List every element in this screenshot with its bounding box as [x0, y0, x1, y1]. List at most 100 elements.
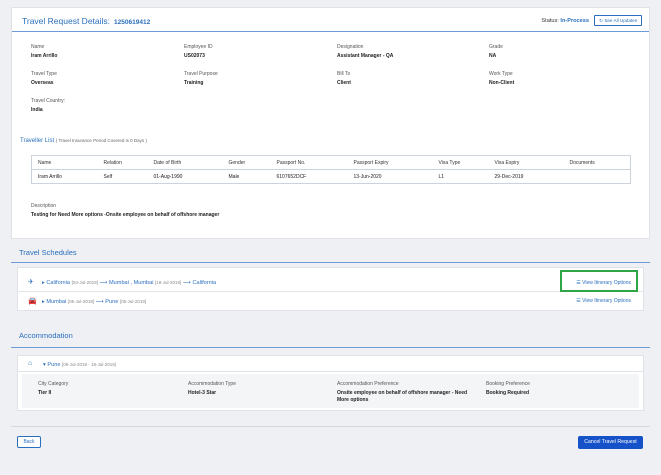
status-label: Status:: [541, 18, 559, 24]
field-label: Booking Preference: [486, 381, 530, 387]
column-header: Date of Birth: [147, 155, 223, 170]
status-value: In-Process: [560, 18, 589, 24]
route-to: Pune: [105, 299, 119, 305]
schedule-route[interactable]: ▸ California [04-Jul-2019] ⟶ Mumbai , Mu…: [42, 280, 216, 286]
route-date: [18-Jul-2019]: [155, 280, 182, 285]
field-travel-type: Travel Type Overseas: [31, 71, 57, 86]
travel-schedules-panel: ✈ ▸ California [04-Jul-2019] ⟶ Mumbai , …: [17, 267, 644, 311]
page-title-text: Travel Request Details:: [22, 16, 111, 26]
list-icon: ☰: [576, 298, 581, 304]
field-label: Grade: [489, 44, 503, 50]
back-button[interactable]: Back: [17, 436, 41, 448]
table-cell: L1: [438, 173, 445, 180]
column-header: Visa Type: [432, 155, 489, 170]
field-city-category: City Category Tier II: [38, 381, 68, 396]
see-all-updates-label: See All Updates: [604, 18, 637, 23]
accommodation-title: Accommodation: [19, 331, 73, 340]
see-all-updates-button[interactable]: ↻ See All Updates: [594, 15, 642, 26]
traveller-list-heading: Traveller List: [20, 138, 55, 144]
field-travel-country: Travel Country: India: [31, 98, 65, 113]
field-label: Work Type: [489, 71, 513, 77]
field-value: Assistant Manager - QA: [337, 53, 394, 59]
field-value: Iram Arrillo: [31, 53, 58, 59]
traveller-list-title: Traveller List ( Travel Insurance Period…: [20, 138, 147, 144]
field-value: Non-Client: [489, 80, 515, 86]
field-label: Bill To: [337, 71, 351, 77]
view-itinerary-label: View Itinerary Options: [582, 298, 631, 304]
route-from: Mumbai: [46, 299, 67, 305]
request-details-panel: Travel Request Details: 1250619412 Status…: [11, 7, 650, 239]
schedule-route[interactable]: ▸ Mumbai [05-Jul-2019] ⟶ Pune [05-Jul-20…: [42, 299, 146, 305]
field-value: Onsite employee on behalf of offshore ma…: [337, 390, 468, 403]
section-divider: [11, 347, 650, 348]
route-from: California: [46, 280, 71, 286]
view-itinerary-button[interactable]: ☰ View Itinerary Options: [576, 298, 631, 304]
column-header: Visa Expiry: [488, 155, 564, 170]
accommodation-city: Pune: [47, 362, 61, 368]
route-to: California: [192, 280, 217, 286]
page-title: Travel Request Details: 1250619412: [22, 16, 150, 26]
field-grade: Grade NA: [489, 44, 503, 59]
column-header: Gender: [222, 155, 271, 170]
table-cell: 6107652DCF: [276, 173, 307, 180]
accommodation-header: ⌂ ▾ Pune [05-Jul-2019 - 18-Jul-2019]: [18, 356, 643, 372]
travel-schedules-title: Travel Schedules: [19, 248, 77, 257]
field-work-type: Work Type Non-Client: [489, 71, 514, 86]
route-date: [04-Jul-2019]: [71, 280, 98, 285]
field-label: Travel Type: [31, 71, 57, 77]
table-header-row: Name Relation Date of Birth Gender Passp…: [31, 155, 631, 170]
column-header: Passport No.: [270, 155, 348, 170]
accommodation-location[interactable]: ▾ Pune [05-Jul-2019 - 18-Jul-2019]: [43, 362, 116, 368]
field-label: Employee ID: [184, 44, 213, 50]
table-cell: Male: [228, 173, 240, 180]
route-mid: Mumbai , Mumbai: [109, 280, 154, 286]
refresh-icon: ↻: [599, 18, 604, 23]
table-row: Iram Arrillo Self 01-Aug-1990 Male 61076…: [32, 170, 631, 184]
column-header: Name: [31, 155, 98, 170]
route-date: [05-Jul-2019]: [119, 299, 147, 304]
accommodation-panel: ⌂ ▾ Pune [05-Jul-2019 - 18-Jul-2019] Cit…: [17, 355, 644, 411]
field-accommodation-preference: Accommodation Preference Onsite employee…: [337, 381, 477, 404]
field-value: Overseas: [31, 80, 54, 86]
plane-icon: ✈: [28, 279, 34, 286]
column-header: Relation: [97, 155, 148, 170]
request-header-bar: Travel Request Details: 1250619412 Status…: [12, 8, 649, 32]
highlight-box: [560, 270, 638, 292]
request-id: 1250619412: [114, 19, 151, 26]
field-label: Accommodation Preference: [337, 381, 399, 387]
traveller-table: Name Relation Date of Birth Gender Passp…: [31, 155, 631, 184]
table-cell: Self: [103, 173, 113, 180]
field-value: Booking Required: [486, 390, 530, 396]
description-value: Testing for Need More options -Onsite em…: [31, 212, 220, 218]
table-cell: 13-Jun-2020: [353, 173, 382, 180]
home-icon: ⌂: [28, 360, 33, 367]
field-label: Travel Country:: [31, 98, 65, 104]
field-accommodation-type: Accommodation Type Hotel-3 Star: [188, 381, 236, 396]
accommodation-dates: [05-Jul-2019 - 18-Jul-2019]: [62, 362, 117, 367]
field-label: Name: [31, 44, 45, 50]
schedule-row: 🚘 ▸ Mumbai [05-Jul-2019] ⟶ Pune [05-Jul-…: [18, 293, 643, 311]
field-value: US02073: [184, 53, 205, 59]
table-cell: 29-Dec-2019: [494, 173, 524, 180]
field-value: NA: [489, 53, 497, 59]
description-label: Description: [31, 203, 57, 209]
arrow-right-icon: ⟶: [99, 280, 108, 286]
footer-divider: [11, 426, 650, 427]
field-travel-purpose: Travel Purpose Training: [184, 71, 218, 86]
column-header: Passport Expiry: [347, 155, 433, 170]
field-booking-preference: Booking Preference Booking Required: [486, 381, 530, 396]
field-label: Accommodation Type: [188, 381, 236, 387]
insurance-note: ( Travel Insurance Period Covered is 0 D…: [55, 138, 147, 143]
field-bill-to: Bill To Client: [337, 71, 351, 86]
field-value: Tier II: [38, 390, 52, 396]
car-icon: 🚘: [28, 298, 37, 305]
table-cell: Iram Arrillo: [38, 173, 62, 180]
field-value: Client: [337, 80, 351, 86]
cancel-travel-request-button[interactable]: Cancel Travel Request: [578, 436, 643, 449]
field-designation: Designation Assistant Manager - QA: [337, 44, 393, 59]
arrow-right-icon: ⟶: [95, 299, 104, 305]
section-divider: [11, 262, 650, 263]
accommodation-details: City Category Tier II Accommodation Type…: [22, 374, 639, 408]
column-header: Documents: [563, 155, 631, 170]
table-cell: 01-Aug-1990: [153, 173, 183, 180]
